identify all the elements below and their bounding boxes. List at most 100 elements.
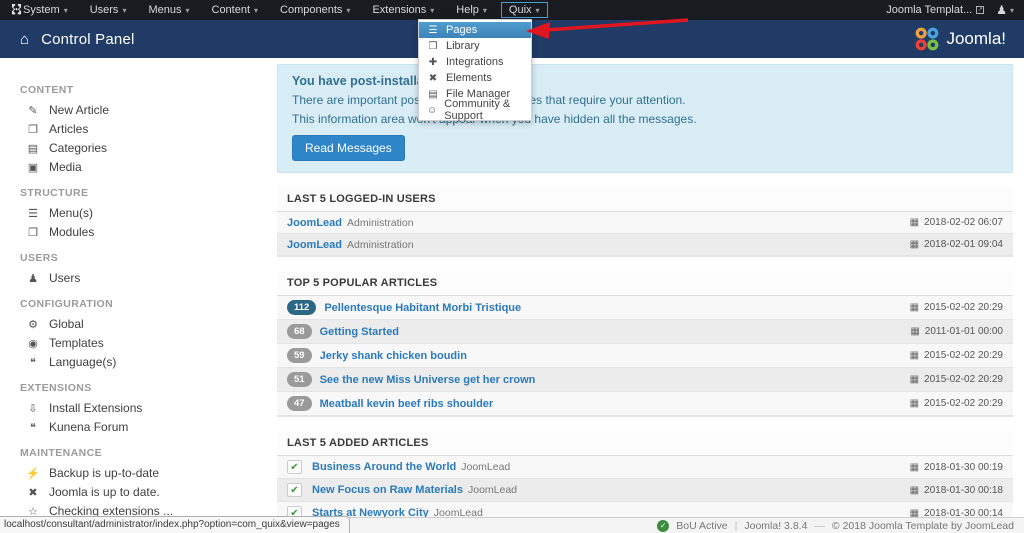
- sidebar-item-menu-s[interactable]: ☰ Menu(s): [20, 206, 267, 220]
- calendar-icon: ▦: [910, 326, 920, 337]
- template-preview-link[interactable]: Joomla Templat... ↗: [886, 4, 985, 16]
- article-link[interactable]: Pellentesque Habitant Morbi Tristique: [324, 302, 521, 314]
- sidebar-item-modules[interactable]: ❒ Modules: [20, 225, 267, 239]
- sidebar-item-media[interactable]: ▣ Media: [20, 160, 267, 174]
- table-row: ✔ Business Around the World JoomLead ▦ 2018-…: [277, 456, 1013, 479]
- hits-badge: 59: [287, 348, 312, 363]
- bou-active-icon: ✓: [657, 519, 670, 532]
- panel-last-5-logged-in-users: LAST 5 LOGGED-IN USERS JoomLead Administra…: [277, 187, 1013, 257]
- quix-menu-item-library[interactable]: ❒ Library: [419, 38, 531, 54]
- user-icon: ♟: [996, 3, 1007, 17]
- sidebar: CONTENT ✎ New Article ❐ Articles ▤ Categories ▣…: [0, 58, 277, 533]
- row-date: ▦ 2015-02-02 20:29: [910, 302, 1003, 313]
- chevron-down-icon: ▾: [1009, 5, 1014, 15]
- panel-top-5-popular-articles: TOP 5 POPULAR ARTICLES 112 Pellentesque Ha…: [277, 271, 1013, 417]
- main-content: You have post-installation messages Ther…: [277, 58, 1024, 533]
- quix-menu-item-community-support[interactable]: ☺ Community & Support: [419, 98, 531, 122]
- row-meta: Administration: [347, 238, 414, 251]
- sidebar-item-label: Articles: [49, 122, 89, 136]
- panel-title: LAST 5 LOGGED-IN USERS: [277, 187, 1013, 212]
- sidebar-item-language-s[interactable]: ❝ Language(s): [20, 355, 267, 369]
- sidebar-item-label: Media: [49, 160, 82, 174]
- row-date: ▦ 2015-02-02 20:29: [910, 374, 1003, 385]
- article-link[interactable]: Getting Started: [320, 326, 399, 338]
- published-check-icon[interactable]: ✔: [287, 483, 302, 497]
- footer-dash: —: [814, 519, 825, 532]
- sidebar-item-install-extensions[interactable]: ⇩ Install Extensions: [20, 401, 267, 415]
- gear-icon: ⚙: [28, 318, 38, 331]
- sidebar-item-global[interactable]: ⚙ Global: [20, 317, 267, 331]
- article-link[interactable]: Business Around the World: [312, 461, 456, 473]
- quix-menu-item-integrations[interactable]: ✚ Integrations: [419, 54, 531, 70]
- sidebar-section-extensions: EXTENSIONS: [20, 382, 92, 394]
- chevron-down-icon: ▾: [430, 5, 435, 15]
- hits-badge: 112: [287, 300, 317, 315]
- panel-title: LAST 5 ADDED ARTICLES: [277, 431, 1013, 456]
- image-icon: ▣: [27, 161, 39, 174]
- sidebar-item-templates[interactable]: ◉ Templates: [20, 336, 267, 350]
- footer-separator: |: [734, 519, 738, 532]
- nav-item-menus[interactable]: Menus ▾: [148, 4, 189, 16]
- nav-item-users[interactable]: Users ▾: [90, 4, 127, 16]
- row-meta: JoomLead: [467, 484, 518, 496]
- sidebar-item-label: Global: [49, 317, 84, 331]
- message-box-line1: There are important post-installation me…: [292, 93, 686, 107]
- calendar-icon: ▦: [909, 217, 920, 228]
- sidebar-item-articles[interactable]: ❐ Articles: [20, 122, 267, 136]
- chevron-down-icon: ▾: [122, 5, 127, 15]
- menu-item-label: Elements: [446, 72, 492, 84]
- sidebar-item-label: Install Extensions: [49, 401, 143, 415]
- nav-item-help[interactable]: Help ▾: [456, 4, 487, 16]
- table-row: 112 Pellentesque Habitant Morbi Tristique…: [277, 296, 1013, 320]
- joomla-icon: ✖: [428, 72, 438, 84]
- comments-icon: ❝: [30, 356, 36, 369]
- sidebar-item-users[interactable]: ♟ Users: [20, 271, 267, 285]
- article-link[interactable]: See the new Miss Universe get her crown: [320, 374, 536, 386]
- article-link[interactable]: New Focus on Raw Materials: [312, 484, 463, 496]
- plug-icon: ✚: [428, 56, 438, 68]
- quix-menu-item-elements[interactable]: ✖ Elements: [419, 70, 531, 86]
- calendar-icon: ▦: [909, 239, 920, 250]
- joomla-logo-text: Joomla!: [946, 29, 1006, 48]
- sidebar-item-label: Kunena Forum: [49, 420, 129, 434]
- nav-item-extensions[interactable]: Extensions ▾: [372, 4, 434, 16]
- article-link[interactable]: JoomLead: [287, 239, 342, 251]
- nav-item-label: Menus: [148, 4, 182, 16]
- row-date: ▦ 2015-02-02 20:29: [910, 350, 1003, 361]
- quix-dropdown-menu: ☰ Pages ❒ Library ✚ Integrations ✖ Elements ▤ Fil…: [418, 19, 532, 122]
- bou-active-label: BoU Active: [676, 519, 728, 532]
- sidebar-section-users: USERS: [20, 252, 59, 264]
- nav-item-components[interactable]: Components ▾: [280, 4, 350, 16]
- sidebar-item-kunena-forum[interactable]: ❝ Kunena Forum: [20, 420, 267, 434]
- published-check-icon[interactable]: ✔: [287, 460, 302, 474]
- archive-icon: ❒: [428, 40, 438, 52]
- quix-menu-item-pages[interactable]: ☰ Pages: [419, 22, 531, 38]
- nav-item-label: Content: [211, 4, 251, 16]
- article-link[interactable]: Meatball kevin beef ribs shoulder: [320, 398, 494, 410]
- row-date: ▦ 2018-02-02 06:07: [910, 217, 1003, 228]
- date-text: 2015-02-02 20:29: [924, 350, 1003, 361]
- bolt-icon: ⚡: [26, 467, 40, 480]
- article-link[interactable]: JoomLead: [287, 217, 342, 229]
- download-icon: ⇩: [28, 402, 38, 415]
- calendar-icon: ▦: [909, 350, 920, 361]
- sidebar-item-new-article[interactable]: ✎ New Article: [20, 103, 267, 117]
- calendar-icon: ▦: [909, 461, 920, 473]
- user-icon: ♟: [28, 272, 38, 285]
- sidebar-item-backup-is-up-to-date[interactable]: ⚡ Backup is up-to-date: [20, 466, 267, 480]
- date-text: 2018-01-30 00:19: [924, 461, 1003, 473]
- article-link[interactable]: Jerky shank chicken boudin: [320, 350, 467, 362]
- read-messages-button[interactable]: Read Messages: [292, 135, 405, 161]
- hits-badge: 47: [287, 396, 312, 411]
- date-text: 2018-02-01 09:04: [924, 239, 1003, 250]
- user-menu-button[interactable]: ♟ ▾: [996, 3, 1014, 17]
- message-box-title: You have post-installation messages: [292, 74, 511, 88]
- page-title: Control Panel: [41, 30, 135, 48]
- sidebar-item-joomla-is-up-to-date[interactable]: ✖ Joomla is up to date.: [20, 485, 267, 499]
- sidebar-item-categories[interactable]: ▤ Categories: [20, 141, 267, 155]
- nav-item-content[interactable]: Content ▾: [212, 4, 259, 16]
- table-row: 47 Meatball kevin beef ribs shoulder ▦ 2015…: [277, 392, 1013, 416]
- row-date: ▦ 2018-01-30 00:19: [910, 462, 1003, 473]
- nav-item-system[interactable]: System ▾: [23, 4, 68, 16]
- date-text: 2011-01-01 00:00: [924, 326, 1003, 337]
